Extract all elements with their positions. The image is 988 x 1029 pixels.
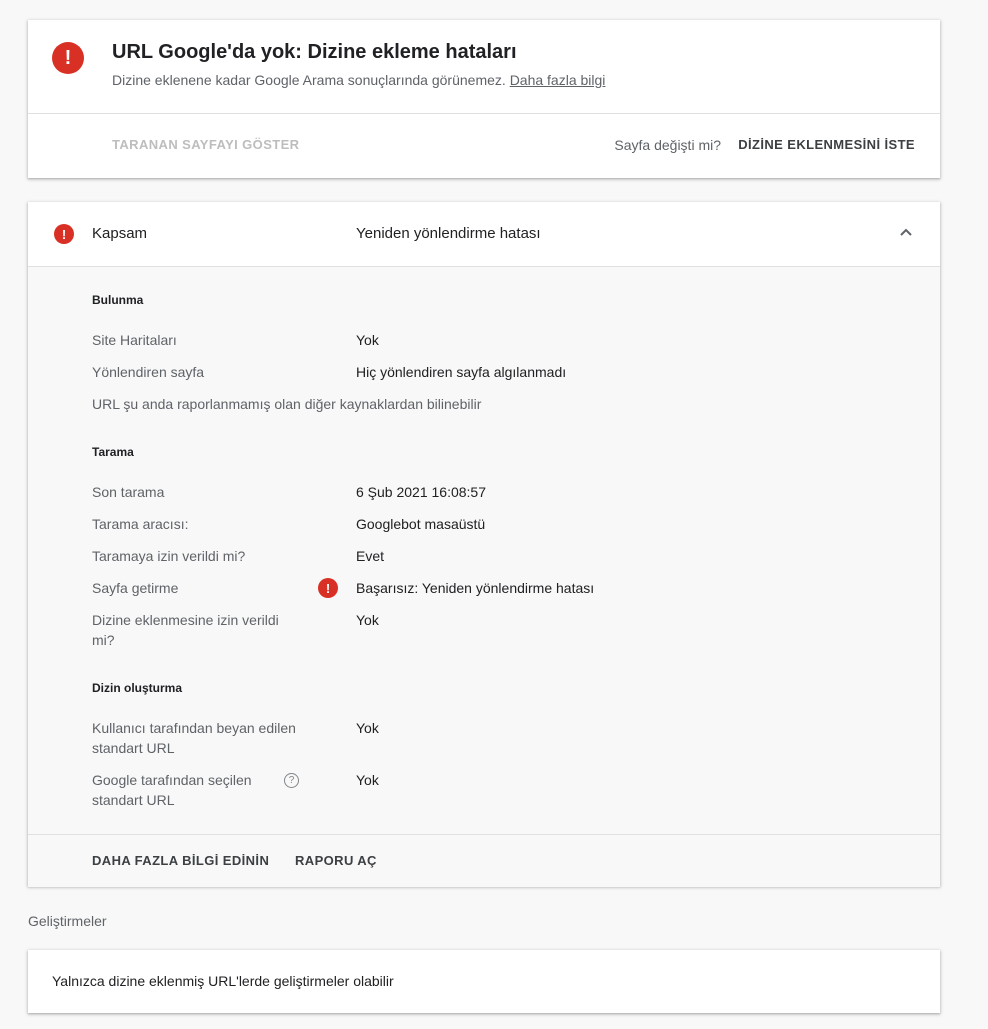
coverage-value: Yeniden yönlendirme hatası [356, 225, 541, 242]
view-crawled-page-button[interactable]: TARANAN SAYFAYI GÖSTER [112, 137, 299, 152]
coverage-card: ! Kapsam Yeniden yönlendirme hatası Bulu… [28, 202, 940, 887]
section-title-crawl: Tarama [92, 445, 134, 459]
page-changed-question: Sayfa değişti mi? [614, 137, 721, 153]
row-label: Yönlendiren sayfa [92, 364, 205, 380]
status-subtitle-text: Dizine eklenene kadar Google Arama sonuç… [112, 72, 506, 88]
row-label: Site Haritaları [92, 332, 177, 348]
row-value: Başarısız: Yeniden yönlendirme hatası [356, 580, 595, 596]
enhancements-title: Geliştirmeler [28, 913, 107, 929]
coverage-details: Bulunma Site Haritaları Yok Yönlendiren … [28, 266, 940, 835]
row-label: Dizine eklenmesine izin verildi mi? [92, 612, 279, 648]
row-label: Son tarama [92, 484, 165, 500]
url-status-card: ! URL Google'da yok: Dizine ekleme hatal… [28, 20, 940, 178]
row-label: Taramaya izin verildi mi? [92, 548, 246, 564]
enhancements-text: Yalnızca dizine eklenmiş URL'lerde geliş… [52, 973, 394, 989]
section-title-discovery: Bulunma [92, 293, 144, 307]
open-report-button[interactable]: RAPORU AÇ [295, 853, 377, 868]
help-icon[interactable]: ? [284, 773, 299, 788]
row-label: Kullanıcı tarafından beyan edilen standa… [92, 720, 296, 756]
error-icon: ! [52, 42, 84, 74]
status-title: URL Google'da yok: Dizine ekleme hatalar… [112, 41, 517, 63]
row-value: 6 Şub 2021 16:08:57 [356, 484, 487, 500]
error-icon: ! [54, 224, 74, 244]
row-label: Sayfa getirme [92, 580, 179, 596]
chevron-up-icon[interactable] [898, 224, 914, 240]
row-value: Googlebot masaüstü [356, 516, 486, 532]
error-icon: ! [318, 578, 338, 598]
status-subtitle: Dizine eklenene kadar Google Arama sonuç… [112, 72, 605, 88]
row-value: Yok [356, 772, 379, 788]
row-value: Yok [356, 612, 379, 628]
request-indexing-button[interactable]: DİZİNE EKLENMESİNİ İSTE [738, 137, 915, 152]
enhancements-card: Yalnızca dizine eklenmiş URL'lerde geliş… [28, 950, 940, 1013]
row-value: Hiç yönlendiren sayfa algılanmadı [356, 364, 567, 380]
coverage-footer: DAHA FAZLA BİLGİ EDİNİN RAPORU AÇ [28, 834, 940, 887]
learn-more-button[interactable]: DAHA FAZLA BİLGİ EDİNİN [92, 853, 269, 868]
row-label: Google tarafından seçilen standart URL [92, 772, 252, 808]
divider [28, 113, 940, 114]
coverage-header[interactable]: ! Kapsam Yeniden yönlendirme hatası [28, 202, 940, 266]
section-title-indexing: Dizin oluşturma [92, 681, 183, 695]
row-value: Yok [356, 720, 379, 736]
row-label: Tarama aracısı: [92, 516, 189, 532]
learn-more-link[interactable]: Daha fazla bilgi [510, 72, 606, 88]
row-value: Yok [356, 332, 379, 348]
coverage-label: Kapsam [92, 225, 148, 242]
row-value: Evet [356, 548, 385, 564]
discovery-note: URL şu anda raporlanmamış olan diğer kay… [92, 396, 482, 412]
